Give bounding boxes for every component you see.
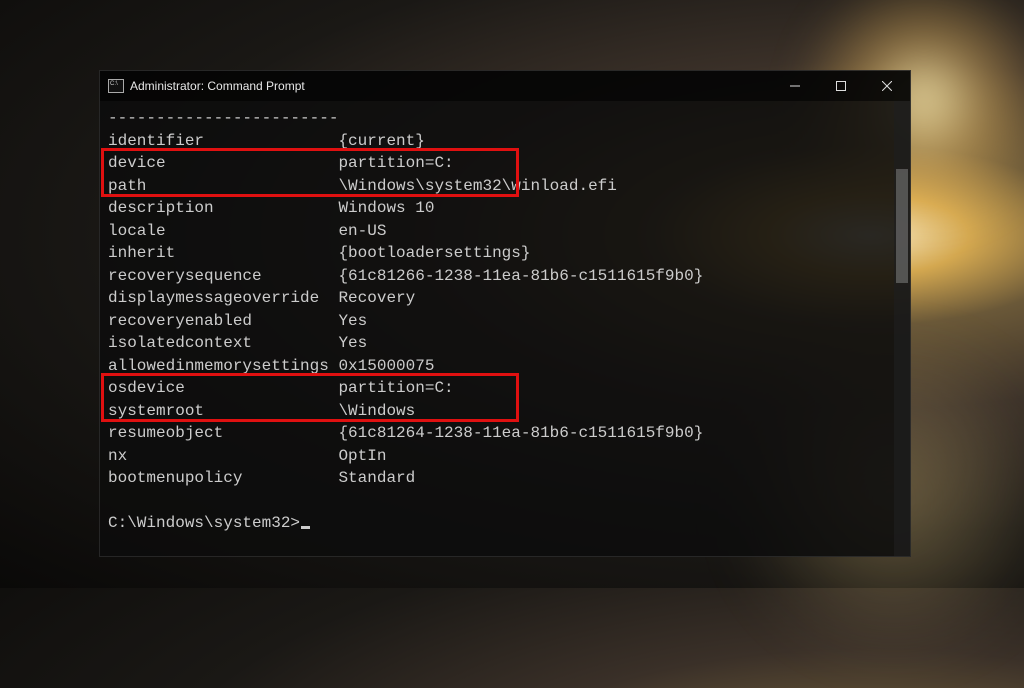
output-row-inherit: inherit {bootloadersettings}: [108, 242, 902, 265]
output-row-allowedinmemorysettings: allowedinmemorysettings 0x15000075: [108, 355, 902, 378]
output-row-isolatedcontext: isolatedcontext Yes: [108, 332, 902, 355]
prompt-line: C:\Windows\system32>: [108, 512, 902, 535]
output-row-displaymessageoverride: displaymessageoverride Recovery: [108, 287, 902, 310]
cursor: [301, 526, 310, 529]
window-controls: [772, 71, 910, 101]
output-row-recoverysequence: recoverysequence {61c81266-1238-11ea-81b…: [108, 265, 902, 288]
output-row-systemroot: systemroot \Windows: [108, 400, 902, 423]
output-separator: ------------------------: [108, 107, 902, 130]
minimize-button[interactable]: [772, 71, 818, 101]
output-blank: [108, 490, 902, 513]
output-row-resumeobject: resumeobject {61c81264-1238-11ea-81b6-c1…: [108, 422, 902, 445]
minimize-icon: [790, 81, 800, 91]
maximize-button[interactable]: [818, 71, 864, 101]
close-button[interactable]: [864, 71, 910, 101]
output-row-locale: locale en-US: [108, 220, 902, 243]
window-title: Administrator: Command Prompt: [130, 79, 772, 93]
cmd-icon: [108, 79, 124, 93]
terminal-output[interactable]: ------------------------identifier {curr…: [100, 101, 910, 556]
maximize-icon: [836, 81, 846, 91]
close-icon: [882, 81, 892, 91]
output-row-identifier: identifier {current}: [108, 130, 902, 153]
output-row-nx: nx OptIn: [108, 445, 902, 468]
output-row-recoveryenabled: recoveryenabled Yes: [108, 310, 902, 333]
output-row-bootmenupolicy: bootmenupolicy Standard: [108, 467, 902, 490]
output-row-osdevice: osdevice partition=C:: [108, 377, 902, 400]
scrollbar-thumb[interactable]: [896, 169, 908, 283]
output-row-device: device partition=C:: [108, 152, 902, 175]
titlebar[interactable]: Administrator: Command Prompt: [100, 71, 910, 101]
output-row-path: path \Windows\system32\winload.efi: [108, 175, 902, 198]
output-row-description: description Windows 10: [108, 197, 902, 220]
command-prompt-window: Administrator: Command Prompt ----------…: [99, 70, 911, 557]
scrollbar[interactable]: [894, 101, 910, 556]
